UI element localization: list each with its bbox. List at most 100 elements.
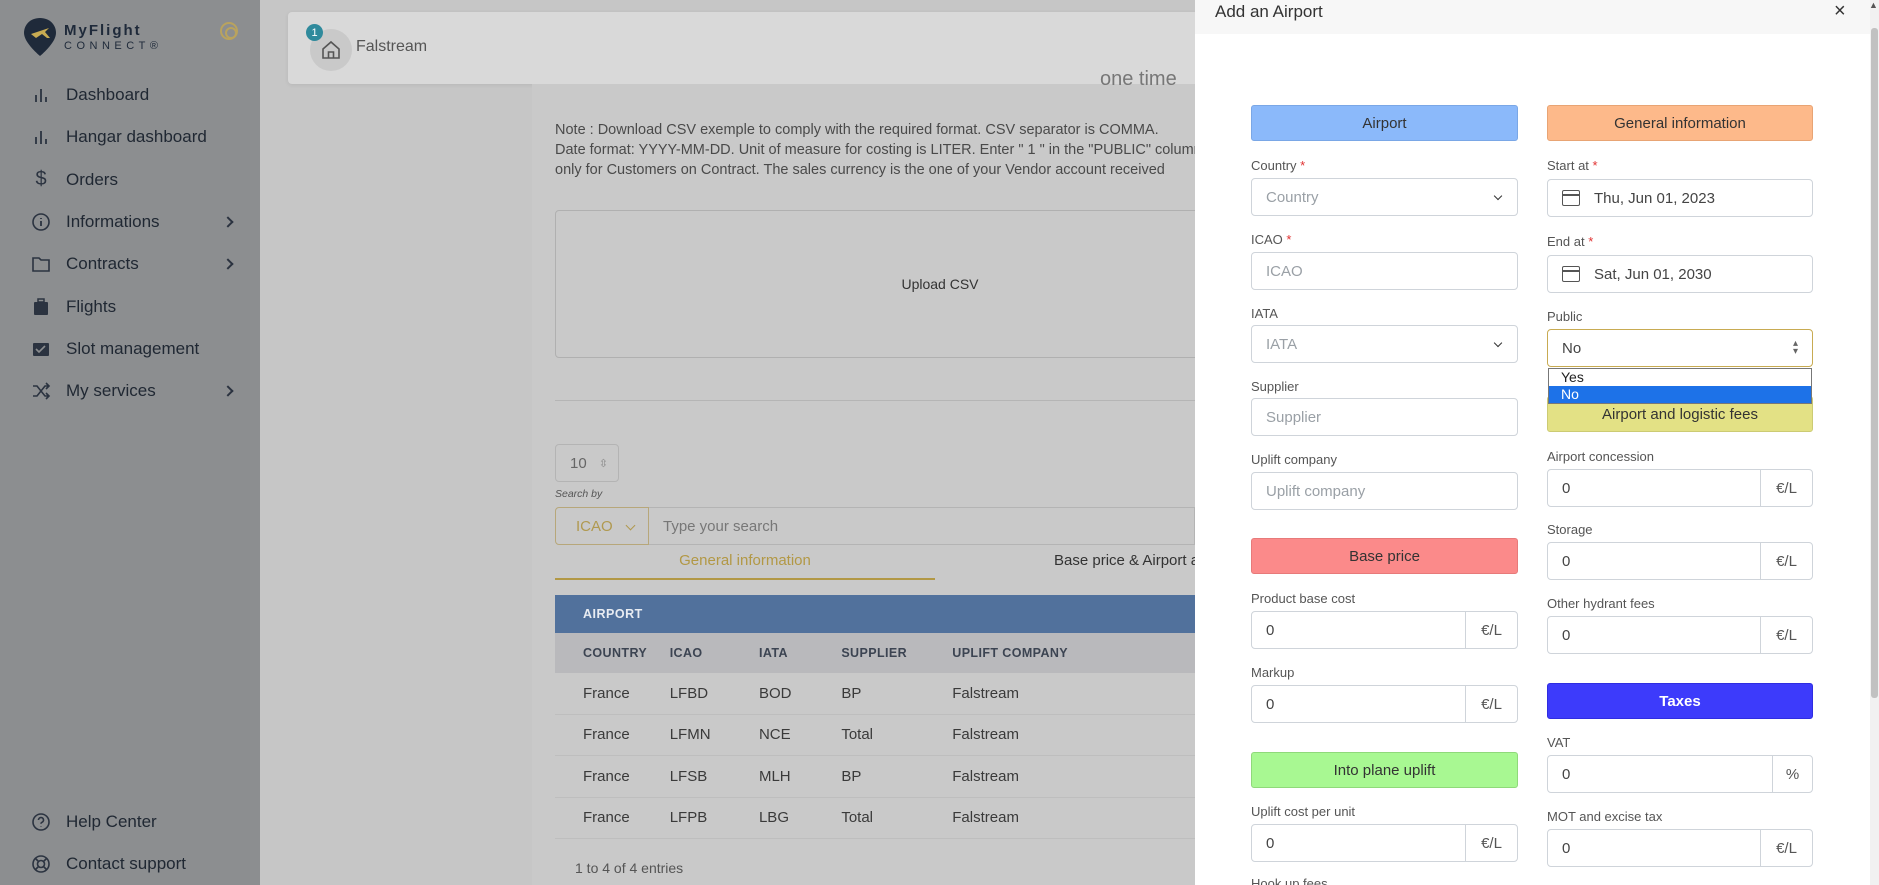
- chevron-right-icon: [222, 385, 234, 397]
- airport-concession-input[interactable]: 0 €/L: [1547, 469, 1813, 507]
- supplier-input[interactable]: Supplier: [1251, 398, 1518, 436]
- sidebar-item-label: Help Center: [66, 812, 157, 832]
- vat-input[interactable]: 0%: [1547, 755, 1813, 793]
- bar-chart-icon: [30, 84, 52, 106]
- product-base-cost-label: Product base cost: [1251, 591, 1356, 606]
- start-at-datepicker[interactable]: Thu, Jun 01, 2023: [1547, 179, 1813, 217]
- bar-chart-icon: [30, 126, 52, 148]
- company-name: Falstream: [356, 38, 428, 55]
- sidebar-item-my-services[interactable]: My services: [0, 370, 260, 412]
- col-country[interactable]: COUNTRY: [555, 646, 670, 660]
- start-at-label: Start at *: [1547, 158, 1598, 173]
- page-title-partial: one time: [1100, 68, 1177, 90]
- cell-iata: LBG: [758, 809, 789, 827]
- sidebar-item-dashboard[interactable]: Dashboard: [0, 74, 260, 116]
- uplift-company-input[interactable]: Uplift company: [1251, 472, 1518, 510]
- close-icon[interactable]: ×: [1834, 0, 1846, 23]
- airport-concession-label: Airport concession: [1547, 449, 1654, 464]
- airports-table: AIRPORT COUNTRY ICAO IATA SUPPLIER UPLIF…: [555, 595, 1195, 839]
- sidebar-item-label: Orders: [66, 169, 118, 189]
- sidebar-toggle-icon[interactable]: [220, 22, 238, 40]
- cell-icao: LFPB: [669, 809, 708, 827]
- section-base-price: Base price: [1251, 538, 1518, 574]
- public-option-no[interactable]: No: [1549, 386, 1811, 403]
- markup-input[interactable]: 0 €/L: [1251, 685, 1518, 723]
- col-uplift-company[interactable]: UPLIFT COMPANY: [952, 646, 1195, 660]
- sidebar-item-label: Hangar dashboard: [66, 127, 207, 147]
- tab-base-price[interactable]: Base price & Airport and logistic fees: [1054, 552, 1195, 580]
- cell-iata: NCE: [758, 726, 791, 744]
- public-label: Public: [1547, 309, 1583, 324]
- table-row[interactable]: France LFPB LBG Total Falstream: [555, 798, 1195, 839]
- sidebar-item-contracts[interactable]: Contracts: [0, 243, 260, 285]
- sidebar-item-contact-support[interactable]: Contact support: [0, 843, 260, 885]
- col-supplier[interactable]: SUPPLIER: [841, 646, 952, 660]
- table-row[interactable]: France LFBD BOD BP Falstream: [555, 673, 1195, 715]
- brand-top: MyFlight: [64, 21, 142, 39]
- cell-country: France: [583, 767, 630, 785]
- mot-excise-input[interactable]: 0 €/L: [1547, 829, 1813, 867]
- page-size-select[interactable]: 10: [555, 444, 619, 482]
- markup-label: Markup: [1251, 665, 1295, 680]
- scroll-up-arrow-icon[interactable]: ▲: [1869, 0, 1878, 10]
- icao-input[interactable]: ICAO: [1251, 252, 1518, 290]
- iata-select[interactable]: IATA: [1251, 325, 1518, 363]
- cell-supplier: Total: [841, 809, 873, 827]
- sidebar-item-orders[interactable]: $ Orders: [0, 159, 260, 201]
- product-base-cost-input[interactable]: 0 €/L: [1251, 611, 1518, 649]
- cell-uplift-company: Falstream: [952, 726, 1019, 744]
- drawer-scroll-thumb[interactable]: [1871, 28, 1878, 698]
- cell-icao: LFMN: [669, 726, 711, 744]
- cell-uplift-company: Falstream: [952, 684, 1019, 702]
- sidebar-item-slot-management[interactable]: Slot management: [0, 328, 260, 370]
- divider: [555, 400, 1255, 401]
- table-row[interactable]: France LFSB MLH BP Falstream: [555, 756, 1195, 798]
- col-icao[interactable]: ICAO: [670, 646, 759, 660]
- upload-csv-dropzone[interactable]: Upload CSV: [555, 210, 1255, 358]
- brand-logo[interactable]: MyFlight CONNECT®: [22, 16, 163, 58]
- cell-icao: LFBD: [669, 684, 709, 702]
- storage-input[interactable]: 0 €/L: [1547, 542, 1813, 580]
- public-option-yes[interactable]: Yes: [1549, 369, 1811, 386]
- notification-badge: 1: [306, 24, 323, 41]
- country-select[interactable]: Country: [1251, 178, 1518, 216]
- chevron-right-icon: [222, 216, 234, 228]
- cell-iata: MLH: [758, 767, 791, 785]
- col-iata[interactable]: IATA: [759, 646, 841, 660]
- table-row[interactable]: France LFMN NCE Total Falstream: [555, 715, 1195, 756]
- tab-general-information[interactable]: General information: [555, 552, 935, 580]
- section-airport: Airport: [1251, 105, 1518, 141]
- other-hydrant-fees-input[interactable]: 0 €/L: [1547, 616, 1813, 654]
- table-entries-info: 1 to 4 of 4 entries: [575, 860, 684, 876]
- sidebar: MyFlight CONNECT® Dashboard Hangar dashb…: [0, 0, 260, 885]
- icao-label: ICAO *: [1251, 232, 1292, 247]
- brand-bottom: CONNECT®: [64, 39, 163, 52]
- search-field-select[interactable]: ICAO: [555, 507, 649, 545]
- section-general-information: General information: [1547, 105, 1813, 141]
- folder-icon: [30, 253, 52, 275]
- uplift-cost-input[interactable]: 0 €/L: [1251, 824, 1518, 862]
- drawer-title: Add an Airport: [1215, 2, 1323, 21]
- sidebar-nav: Dashboard Hangar dashboard $ Orders Info…: [0, 74, 260, 412]
- help-icon: [30, 811, 52, 833]
- unit-suffix: €/L: [1465, 686, 1517, 722]
- unit-suffix: €/L: [1760, 830, 1812, 866]
- sidebar-item-flights[interactable]: Flights: [0, 285, 260, 327]
- end-at-datepicker[interactable]: Sat, Jun 01, 2030: [1547, 255, 1813, 293]
- public-dropdown-list: Yes No: [1548, 368, 1812, 404]
- section-into-plane-uplift: Into plane uplift: [1251, 752, 1518, 788]
- logo-pin-icon: [24, 18, 56, 56]
- sidebar-item-informations[interactable]: Informations: [0, 201, 260, 243]
- sidebar-bottom: Help Center Contact support: [0, 801, 260, 885]
- sidebar-item-hangar-dashboard[interactable]: Hangar dashboard: [0, 116, 260, 158]
- hook-up-fees-label: Hook up fees: [1251, 876, 1328, 885]
- sidebar-item-help-center[interactable]: Help Center: [0, 801, 260, 843]
- shuffle-icon: [30, 380, 52, 402]
- public-select[interactable]: No ▴ ▾: [1547, 329, 1813, 367]
- search-input[interactable]: Type your search: [649, 507, 1195, 545]
- sidebar-item-label: My services: [66, 381, 156, 401]
- cell-supplier: Total: [841, 726, 873, 744]
- unit-suffix: €/L: [1465, 612, 1517, 648]
- info-icon: [30, 211, 52, 233]
- chevron-down-icon: [1493, 338, 1503, 348]
